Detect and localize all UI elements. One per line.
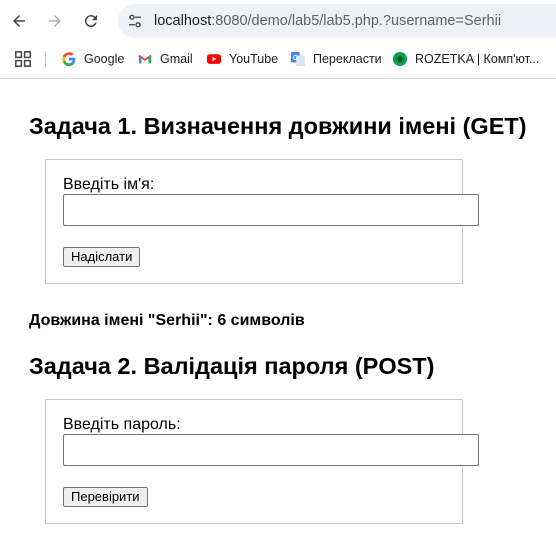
forward-arrow-icon — [49, 15, 61, 27]
name-length-result: Довжина імені "Serhii": 6 символів — [29, 312, 305, 329]
submit-button[interactable]: Надіслати — [63, 247, 141, 267]
bookmark-label: Перекласти — [313, 52, 382, 66]
translate-icon: G — [291, 52, 305, 66]
svg-text:G: G — [293, 55, 299, 62]
rozetka-icon — [393, 52, 407, 66]
bookmark-label: YouTube — [229, 52, 279, 66]
apps-grid-icon[interactable] — [15, 51, 31, 67]
back-arrow-icon — [13, 15, 25, 27]
address-bar[interactable]: localhost:8080/demo/lab5/lab5.php.?usern… — [118, 4, 556, 38]
reload-icon — [84, 15, 97, 28]
forward-button[interactable] — [43, 9, 67, 33]
url-text: localhost:8080/demo/lab5/lab5.php.?usern… — [154, 4, 501, 38]
site-settings-icon[interactable] — [126, 12, 144, 30]
bookmark-translate[interactable]: G Перекласти — [291, 42, 382, 76]
name-input[interactable] — [63, 194, 479, 226]
bookmarks-separator — [45, 51, 46, 67]
reload-button[interactable] — [79, 9, 103, 33]
check-button[interactable]: Перевірити — [63, 487, 148, 507]
url-path: :8080/demo/lab5/lab5.php.?username=Serhi… — [211, 13, 502, 29]
name-label: Введіть ім'я: — [63, 176, 155, 193]
bookmark-label: Google — [84, 52, 125, 66]
bookmark-label: ROZETKA | Комп'ют... — [415, 52, 540, 66]
bookmark-youtube[interactable]: YouTube — [207, 42, 278, 76]
task2-title: Задача 2. Валідація пароля (POST) — [29, 353, 435, 379]
task1-form: Введіть ім'я: Надіслати — [45, 159, 479, 284]
password-input[interactable] — [63, 434, 479, 466]
task2-form: Введіть пароль: Перевірити — [45, 399, 479, 524]
bookmark-label: Gmail — [160, 52, 193, 66]
browser-toolbar: localhost:8080/demo/lab5/lab5.php.?usern… — [0, 0, 556, 42]
youtube-icon — [207, 54, 221, 64]
bookmarks-bar: Google Gmail YouTube G Перекласти ROZETK… — [0, 42, 556, 79]
bookmark-google[interactable]: Google — [62, 42, 124, 76]
password-label: Введіть пароль: — [63, 416, 181, 433]
bookmark-rozetka[interactable]: ROZETKA | Комп'ют... — [393, 42, 539, 76]
gmail-icon — [138, 54, 152, 64]
bookmark-gmail[interactable]: Gmail — [138, 42, 193, 76]
back-button[interactable] — [7, 9, 31, 33]
google-icon — [62, 52, 76, 66]
task1-title: Задача 1. Визначення довжини імені (GET) — [29, 113, 527, 139]
url-host: localhost — [154, 13, 212, 29]
